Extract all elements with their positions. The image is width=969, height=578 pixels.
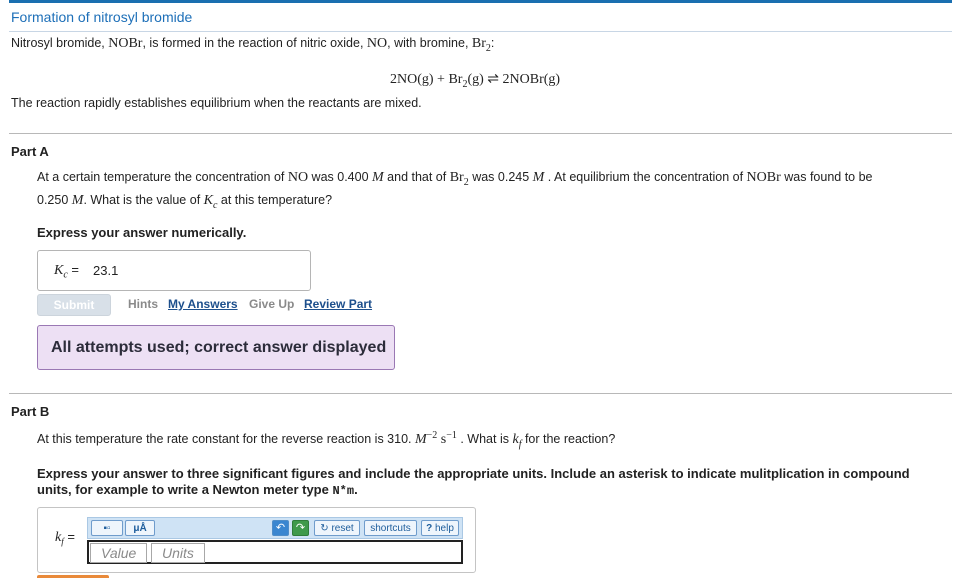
review-part-link[interactable]: Review Part xyxy=(304,297,372,311)
title-divider xyxy=(9,31,952,32)
help-icon: ? xyxy=(426,523,435,534)
editor-toolbar: ▪▫ μÅ ↶ ↷ ↻ reset shortcuts ? help xyxy=(87,517,463,539)
kf-label: kf = xyxy=(55,529,75,547)
answer-input-row: Value Units xyxy=(87,540,463,564)
part-b-instructions: Express your answer to three significant… xyxy=(37,466,910,481)
hints-link[interactable]: Hints xyxy=(128,297,158,311)
give-up-link[interactable]: Give Up xyxy=(249,297,294,311)
units-button[interactable]: μÅ xyxy=(125,520,155,536)
problem-title: Formation of nitrosyl bromide xyxy=(11,9,193,25)
intro-text: Nitrosyl bromide, NOBr, is formed in the… xyxy=(11,36,495,54)
part-b-title: Part B xyxy=(11,404,50,419)
help-button[interactable]: ? help xyxy=(421,520,459,536)
title-bar-accent xyxy=(9,0,952,3)
part-b-instructions-continued: units, for example to write a Newton met… xyxy=(37,482,358,498)
section-divider xyxy=(9,133,952,134)
submit-button[interactable]: Submit xyxy=(37,294,111,316)
answer-value: 23.1 xyxy=(93,263,119,278)
section-divider xyxy=(9,393,952,394)
reaction-equation: 2NO(g) + Br2(g) ⇌ 2NOBr(g) xyxy=(390,72,561,90)
kc-label: Kc = xyxy=(54,262,80,281)
reset-button[interactable]: ↻ reset xyxy=(314,520,360,536)
feedback-message: All attempts used; correct answer displa… xyxy=(37,325,395,370)
answer-editor: kf = ▪▫ μÅ ↶ ↷ ↻ reset shortcuts ? help … xyxy=(37,507,476,573)
part-a-title: Part A xyxy=(11,144,49,159)
template-icon[interactable]: ▪▫ xyxy=(91,520,123,536)
part-a-question-continued: 0.250 M. What is the value of Kc at this… xyxy=(37,193,333,211)
undo-icon[interactable]: ↶ xyxy=(272,520,289,536)
shortcuts-button[interactable]: shortcuts xyxy=(364,520,417,536)
equilibrium-text: The reaction rapidly establishes equilib… xyxy=(11,96,422,110)
my-answers-link[interactable]: My Answers xyxy=(168,297,238,311)
part-b-question: At this temperature the rate constant fo… xyxy=(37,430,616,450)
part-a-question: At a certain temperature the concentrati… xyxy=(37,170,873,188)
answer-field[interactable]: Kc = 23.1 xyxy=(37,250,311,291)
reset-icon: ↻ xyxy=(320,523,332,534)
part-a-instructions: Express your answer numerically. xyxy=(37,225,247,240)
units-input[interactable]: Units xyxy=(151,543,205,563)
redo-icon[interactable]: ↷ xyxy=(292,520,309,536)
value-input[interactable]: Value xyxy=(90,543,148,563)
